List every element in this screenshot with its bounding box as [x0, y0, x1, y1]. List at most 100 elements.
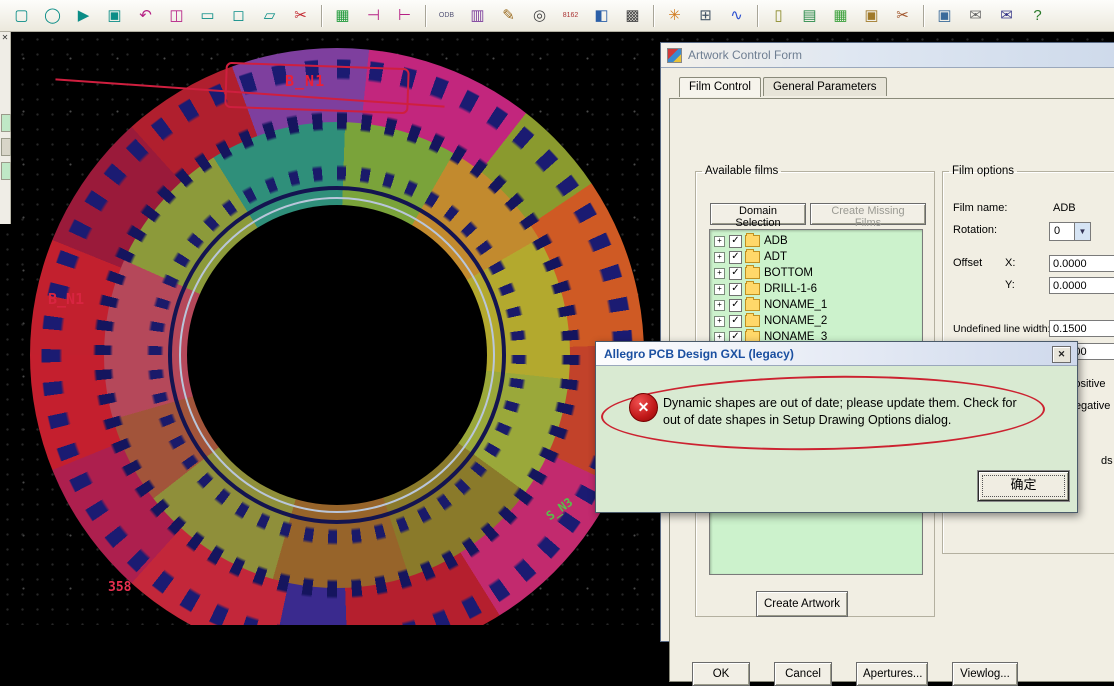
oval-tool-icon[interactable]: ◻	[225, 3, 252, 29]
film-label: NONAME_1	[764, 299, 827, 311]
film-row[interactable]: +✓NONAME_2	[714, 313, 922, 329]
undefined-line-width-label: Undefined line width:	[953, 323, 1050, 335]
film-checkbox[interactable]: ✓	[729, 315, 742, 328]
cut-icon[interactable]: ✂	[287, 3, 314, 29]
fix-tool-icon[interactable]: ✳	[661, 3, 688, 29]
component-icon[interactable]: ▦	[329, 3, 356, 29]
pattern-icon[interactable]: ▩	[619, 3, 646, 29]
manual-icon: ▤	[802, 8, 816, 23]
tool-stub-icon[interactable]	[1, 114, 11, 132]
offset-y-input[interactable]	[1049, 277, 1114, 294]
mail-icon[interactable]: ✉	[962, 3, 989, 29]
probe-icon[interactable]: ◎	[526, 3, 553, 29]
report-icon[interactable]: ▯	[765, 3, 792, 29]
tool-stub-icon[interactable]	[1, 138, 11, 156]
dialog-button-row: OK Cancel Apertures... Viewlog...	[692, 662, 1042, 686]
warning-message-line1: Dynamic shapes are out of date; please u…	[663, 396, 1017, 410]
library-icon: ▥	[470, 8, 484, 23]
film-label: ADT	[764, 251, 787, 263]
oval-tool-icon: ◻	[232, 8, 244, 23]
dialog-titlebar[interactable]: Artwork Control Form	[661, 43, 1114, 68]
rotation-label: Rotation:	[953, 224, 997, 236]
expand-icon[interactable]: +	[714, 236, 725, 247]
expand-icon[interactable]: +	[714, 316, 725, 327]
toolbar-separator	[425, 5, 426, 27]
film-row[interactable]: + ✓ DRILL-1-6	[714, 281, 922, 297]
film-checkbox[interactable]: ✓	[729, 299, 742, 312]
signal-wave-icon[interactable]: ∿	[723, 3, 750, 29]
film-row[interactable]: + ✓ ADT	[714, 249, 922, 265]
cancel-button[interactable]: Cancel	[774, 662, 832, 686]
film-checkbox[interactable]: ✓	[729, 251, 742, 264]
expand-icon[interactable]: +	[714, 268, 725, 279]
floorplan-icon[interactable]: ◧	[588, 3, 615, 29]
script-pen-icon: ✎	[502, 8, 515, 23]
clipboard-icon[interactable]: ▣	[858, 3, 885, 29]
net-label: 358	[108, 580, 131, 595]
chevron-down-icon[interactable]: ▼	[1074, 223, 1090, 240]
report-icon: ▯	[774, 8, 782, 23]
folder-icon	[745, 299, 760, 311]
circle-tool-icon[interactable]: ◯	[39, 3, 66, 29]
undo-icon[interactable]: ↶	[132, 3, 159, 29]
tab-film-control[interactable]: Film Control	[679, 77, 761, 97]
shears-icon: ✂	[896, 8, 909, 23]
film-row[interactable]: +✓ADB	[714, 233, 922, 249]
grid-icon[interactable]: ⊞	[692, 3, 719, 29]
film-checkbox[interactable]: ✓	[729, 283, 742, 296]
refdes-icon[interactable]: 8162	[557, 3, 584, 29]
copy-icon[interactable]: ▣	[101, 3, 128, 29]
refdes-icon: 8162	[563, 12, 579, 19]
send-mail-icon[interactable]: ✉	[993, 3, 1020, 29]
film-name-label: Film name:	[953, 202, 1007, 214]
schedule-icon[interactable]: ▦	[827, 3, 854, 29]
create-artwork-button[interactable]: Create Artwork	[756, 591, 848, 617]
script-pen-icon[interactable]: ✎	[495, 3, 522, 29]
pin-left-icon[interactable]: ⊣	[360, 3, 387, 29]
error-icon: ✕	[629, 393, 658, 422]
shears-icon[interactable]: ✂	[889, 3, 916, 29]
window-icon[interactable]: ▢	[8, 3, 35, 29]
warning-dialog-titlebar[interactable]: Allegro PCB Design GXL (legacy)	[596, 342, 1077, 366]
ok-button[interactable]: OK	[692, 662, 750, 686]
rect-tool-icon[interactable]: ▭	[194, 3, 221, 29]
offset-x-input[interactable]	[1049, 255, 1114, 272]
film-label: DRILL-1-6	[764, 283, 817, 295]
library-icon[interactable]: ▥	[464, 3, 491, 29]
film-checkbox[interactable]: ✓	[729, 235, 742, 248]
close-icon[interactable]: ✕	[1052, 346, 1071, 363]
new-window-icon[interactable]: ▣	[931, 3, 958, 29]
apertures-button[interactable]: Apertures...	[856, 662, 928, 686]
play-icon[interactable]: ▶	[70, 3, 97, 29]
undefined-line-width-input[interactable]	[1049, 320, 1114, 337]
circle-tool-icon: ◯	[44, 8, 61, 23]
close-icon[interactable]: ✕	[0, 32, 10, 44]
expand-icon[interactable]: +	[714, 300, 725, 311]
tool-stub-icon[interactable]	[1, 162, 11, 180]
film-row[interactable]: +✓BOTTOM	[714, 265, 922, 281]
rotation-select[interactable]: 0 ▼	[1049, 222, 1091, 241]
slant-tool-icon[interactable]: ▱	[256, 3, 283, 29]
mail-icon: ✉	[969, 8, 982, 23]
film-row[interactable]: + ✓ NONAME_1	[714, 297, 922, 313]
main-toolbar: ▢◯▶▣↶◫▭◻▱✂▦⊣⊢ODB▥✎◎8162◧▩✳⊞∿▯▤▦▣✂▣✉✉?	[0, 0, 1114, 32]
pin-left-icon: ⊣	[367, 8, 380, 23]
odb-export-icon[interactable]: ODB	[433, 3, 460, 29]
odb-export-icon: ODB	[439, 12, 454, 19]
help-icon[interactable]: ?	[1024, 3, 1051, 29]
pin-span-icon[interactable]: ⊢	[391, 3, 418, 29]
film-name-value: ADB	[1053, 202, 1076, 214]
expand-icon[interactable]: +	[714, 284, 725, 295]
confirm-button[interactable]: 确定	[978, 471, 1069, 501]
warning-dialog-title: Allegro PCB Design GXL (legacy)	[604, 347, 794, 361]
folder-icon	[745, 235, 760, 247]
expand-icon[interactable]: +	[714, 252, 725, 263]
domain-selection-button[interactable]: Domain Selection	[710, 203, 806, 225]
manual-icon[interactable]: ▤	[796, 3, 823, 29]
tab-general-parameters[interactable]: General Parameters	[763, 77, 887, 96]
mirror-icon[interactable]: ◫	[163, 3, 190, 29]
toolbar-separator	[923, 5, 924, 27]
available-films-title: Available films	[702, 165, 781, 177]
film-checkbox[interactable]: ✓	[729, 267, 742, 280]
viewlog-button[interactable]: Viewlog...	[952, 662, 1018, 686]
